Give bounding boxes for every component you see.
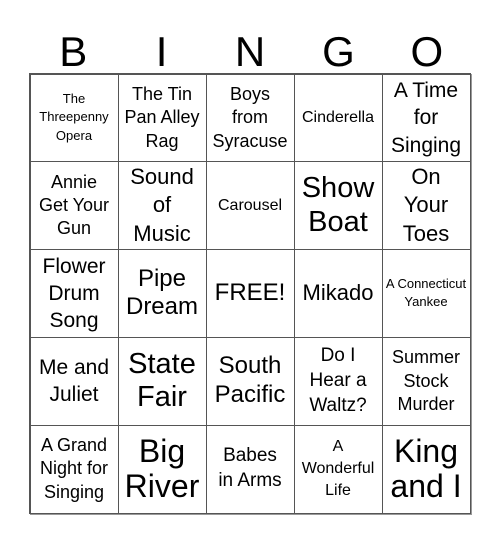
bingo-cell[interactable]: Sound of Music — [117, 161, 207, 251]
bingo-cell free-space[interactable]: FREE! — [205, 249, 295, 338]
bingo-grid: The Threepenny Opera The Tin Pan Alley R… — [29, 73, 471, 514]
bingo-cell[interactable]: State Fair — [117, 336, 207, 426]
header-letter-g: G — [322, 28, 355, 75]
header-letter-i: I — [155, 28, 168, 75]
bingo-cell[interactable]: The Threepenny Opera — [29, 73, 119, 163]
bingo-cell[interactable]: South Pacific — [205, 336, 295, 426]
bingo-cell[interactable]: Summer Stock Murder — [381, 336, 471, 426]
bingo-cell[interactable]: Show Boat — [293, 161, 383, 251]
bingo-cell[interactable]: Flower Drum Song — [29, 249, 119, 338]
bingo-cell[interactable]: A Grand Night for Singing — [29, 424, 119, 514]
bingo-cell[interactable]: Me and Juliet — [29, 336, 119, 426]
bingo-cell[interactable]: The Tin Pan Alley Rag — [117, 73, 207, 163]
bingo-cell[interactable]: Annie Get Your Gun — [29, 161, 119, 251]
bingo-header: B I N G O — [29, 30, 471, 74]
bingo-cell[interactable]: Do I Hear a Waltz? — [293, 336, 383, 426]
bingo-cell[interactable]: Boys from Syracuse — [205, 73, 295, 163]
bingo-cell[interactable]: A Wonderful Life — [293, 424, 383, 514]
bingo-cell[interactable]: A Connecticut Yankee — [381, 249, 471, 338]
bingo-cell[interactable]: On Your Toes — [381, 161, 471, 251]
bingo-cell[interactable]: A Time for Singing — [381, 73, 471, 163]
header-letter-b: B — [59, 28, 88, 75]
bingo-cell[interactable]: Pipe Dream — [117, 249, 207, 338]
bingo-cell[interactable]: Mikado — [293, 249, 383, 338]
header-letter-n: N — [234, 28, 266, 75]
bingo-cell[interactable]: Big River — [117, 424, 207, 514]
bingo-cell[interactable]: Cinderella — [293, 73, 383, 163]
bingo-cell[interactable]: King and I — [381, 424, 471, 514]
bingo-cell[interactable]: Carousel — [205, 161, 295, 251]
header-letter-o: O — [410, 28, 444, 75]
bingo-cell[interactable]: Babes in Arms — [205, 424, 295, 514]
